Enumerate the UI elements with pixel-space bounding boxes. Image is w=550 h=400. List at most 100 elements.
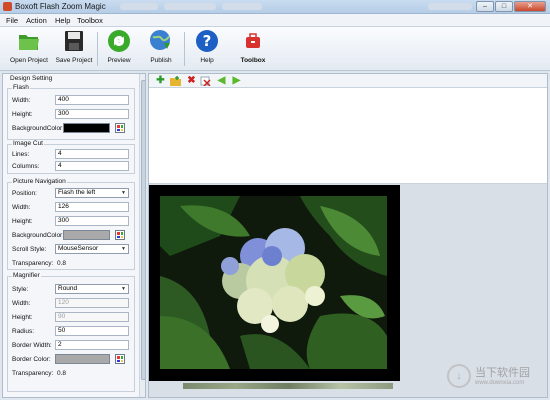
magnifier-border-color-label: Border Color: <box>12 356 51 363</box>
site-watermark: ↓ 当下软件园 www.downxia.com <box>447 360 547 396</box>
flash-width-label: Width: <box>12 97 31 104</box>
nav-scroll-style-value: MouseSensor <box>58 245 99 252</box>
nav-transparency-label: Transparency: <box>12 260 54 267</box>
magnifier-border-color-swatch <box>55 354 110 364</box>
flash-group-title: Flash <box>12 84 30 91</box>
watermark-logo-icon: ↓ <box>447 364 471 388</box>
flash-bgcolor-label: BackgroundColor: <box>12 125 65 132</box>
workspace-panel: ✚ ✖ ◀ ▶ <box>148 73 548 398</box>
magnifier-style-select[interactable]: Round ▼ <box>55 284 129 294</box>
preview-button[interactable]: Preview <box>104 29 134 69</box>
image-cut-lines-label: Lines: <box>12 151 30 158</box>
flash-height-input[interactable]: 300 <box>55 109 129 119</box>
nav-width-input[interactable]: 126 <box>55 202 129 212</box>
design-setting-title: Design Setting <box>9 75 54 82</box>
magnifier-border-width-input[interactable]: 2 <box>55 340 129 350</box>
menu-help[interactable]: Help <box>55 16 70 25</box>
magnifier-height-label: Height: <box>12 314 33 321</box>
image-cut-group-title: Image Cut <box>12 140 44 147</box>
design-settings-panel: Design Setting Flash Width: 400 Height: … <box>2 73 146 398</box>
save-project-button[interactable]: Save Project <box>54 29 94 69</box>
flash-bgcolor-swatch <box>63 123 110 133</box>
save-project-label: Save Project <box>55 57 93 64</box>
help-label: Help <box>200 57 214 64</box>
menu-file[interactable]: File <box>6 16 18 25</box>
nav-scroll-style-label: Scroll Style: <box>12 246 47 253</box>
menu-toolbox[interactable]: Toolbox <box>77 16 103 25</box>
color-picker-icon[interactable] <box>115 123 125 133</box>
magnifier-group-title: Magnifier <box>12 272 41 279</box>
main-toolbar: Open Project Save Project Preview Publis… <box>0 27 550 71</box>
magnifier-radius-label: Radius: <box>12 328 35 335</box>
arrow-right-icon[interactable]: ▶ <box>231 76 242 86</box>
globe-icon <box>149 29 173 53</box>
title-bar: Boxoft Flash Zoom Magic – □ ✕ <box>0 0 550 14</box>
toolbar-separator <box>97 32 98 66</box>
settings-scrollbar[interactable] <box>139 74 145 397</box>
image-list-area[interactable] <box>149 88 547 184</box>
magnifier-transparency-value: 0.8 <box>57 370 67 377</box>
toolbox-button[interactable]: Toolbox <box>236 29 270 69</box>
magnifier-height-input[interactable]: 90 <box>55 312 129 322</box>
nav-height-input[interactable]: 300 <box>55 216 129 226</box>
nav-bgcolor-swatch <box>63 230 110 240</box>
dropdown-arrow-icon: ▼ <box>121 246 126 252</box>
magnifier-border-width-label: Border Width: <box>12 342 52 349</box>
add-image-icon[interactable]: ✚ <box>155 76 166 86</box>
nav-bgcolor-label: BackgroundColor: <box>12 232 65 239</box>
scrollbar-thumb[interactable] <box>141 80 145 380</box>
toolbox-label: Toolbox <box>240 57 266 64</box>
nav-transparency-value: 0.8 <box>57 260 67 267</box>
color-picker-icon[interactable] <box>115 354 125 364</box>
thumbnail-strip[interactable] <box>183 383 393 389</box>
magnifier-width-input[interactable]: 120 <box>55 298 129 308</box>
svg-text:?: ? <box>203 32 212 50</box>
nav-height-label: Height: <box>12 218 33 225</box>
blurred-title-text <box>120 3 158 10</box>
maximize-button[interactable]: □ <box>495 1 513 12</box>
hydrangea-photo <box>160 196 387 369</box>
toolbox-icon <box>241 29 265 53</box>
app-icon <box>3 2 12 11</box>
image-cut-lines-input[interactable]: 4 <box>55 149 129 159</box>
nav-position-select[interactable]: Flash the left ▼ <box>55 188 129 198</box>
image-toolbar: ✚ ✖ ◀ ▶ <box>149 74 547 88</box>
dropdown-arrow-icon: ▼ <box>121 286 126 292</box>
image-cut-columns-label: Columns: <box>12 163 40 170</box>
flash-width-input[interactable]: 400 <box>55 95 129 105</box>
picture-navigation-group-title: Picture Navigation <box>12 178 67 185</box>
watermark-url: www.downxia.com <box>475 380 525 386</box>
dropdown-arrow-icon: ▼ <box>121 190 126 196</box>
menu-bar: File Action Help Toolbox <box>0 14 550 27</box>
flash-height-label: Height: <box>12 111 33 118</box>
nav-position-value: Flash the left <box>58 189 96 196</box>
magnifier-width-label: Width: <box>12 300 31 307</box>
magnifier-radius-input[interactable]: 50 <box>55 326 129 336</box>
publish-button[interactable]: Publish <box>146 29 176 69</box>
blurred-title-text <box>428 3 472 10</box>
publish-label: Publish <box>150 57 172 64</box>
arrow-left-icon[interactable]: ◀ <box>216 76 227 86</box>
magnifier-style-label: Style: <box>12 286 29 293</box>
open-project-button[interactable]: Open Project <box>8 29 50 69</box>
add-folder-icon[interactable] <box>170 76 181 86</box>
close-button[interactable]: ✕ <box>514 1 546 12</box>
refresh-icon <box>107 29 131 53</box>
help-button[interactable]: ? Help <box>194 29 220 69</box>
watermark-text: 当下软件园 <box>475 367 530 379</box>
preview-label: Preview <box>107 57 131 64</box>
image-cut-columns-input[interactable]: 4 <box>55 161 129 171</box>
window-title: Boxoft Flash Zoom Magic <box>15 2 106 11</box>
minimize-button[interactable]: – <box>476 1 494 12</box>
delete-icon[interactable]: ✖ <box>186 76 197 86</box>
toolbar-separator <box>184 32 185 66</box>
open-project-label: Open Project <box>10 57 48 64</box>
flash-preview <box>149 185 400 381</box>
color-picker-icon[interactable] <box>115 230 125 240</box>
nav-scroll-style-select[interactable]: MouseSensor ▼ <box>55 244 129 254</box>
nav-width-label: Width: <box>12 204 31 211</box>
folder-icon <box>17 29 41 53</box>
delete-all-icon[interactable] <box>200 76 211 87</box>
menu-action[interactable]: Action <box>26 16 47 25</box>
floppy-disk-icon <box>62 29 86 53</box>
